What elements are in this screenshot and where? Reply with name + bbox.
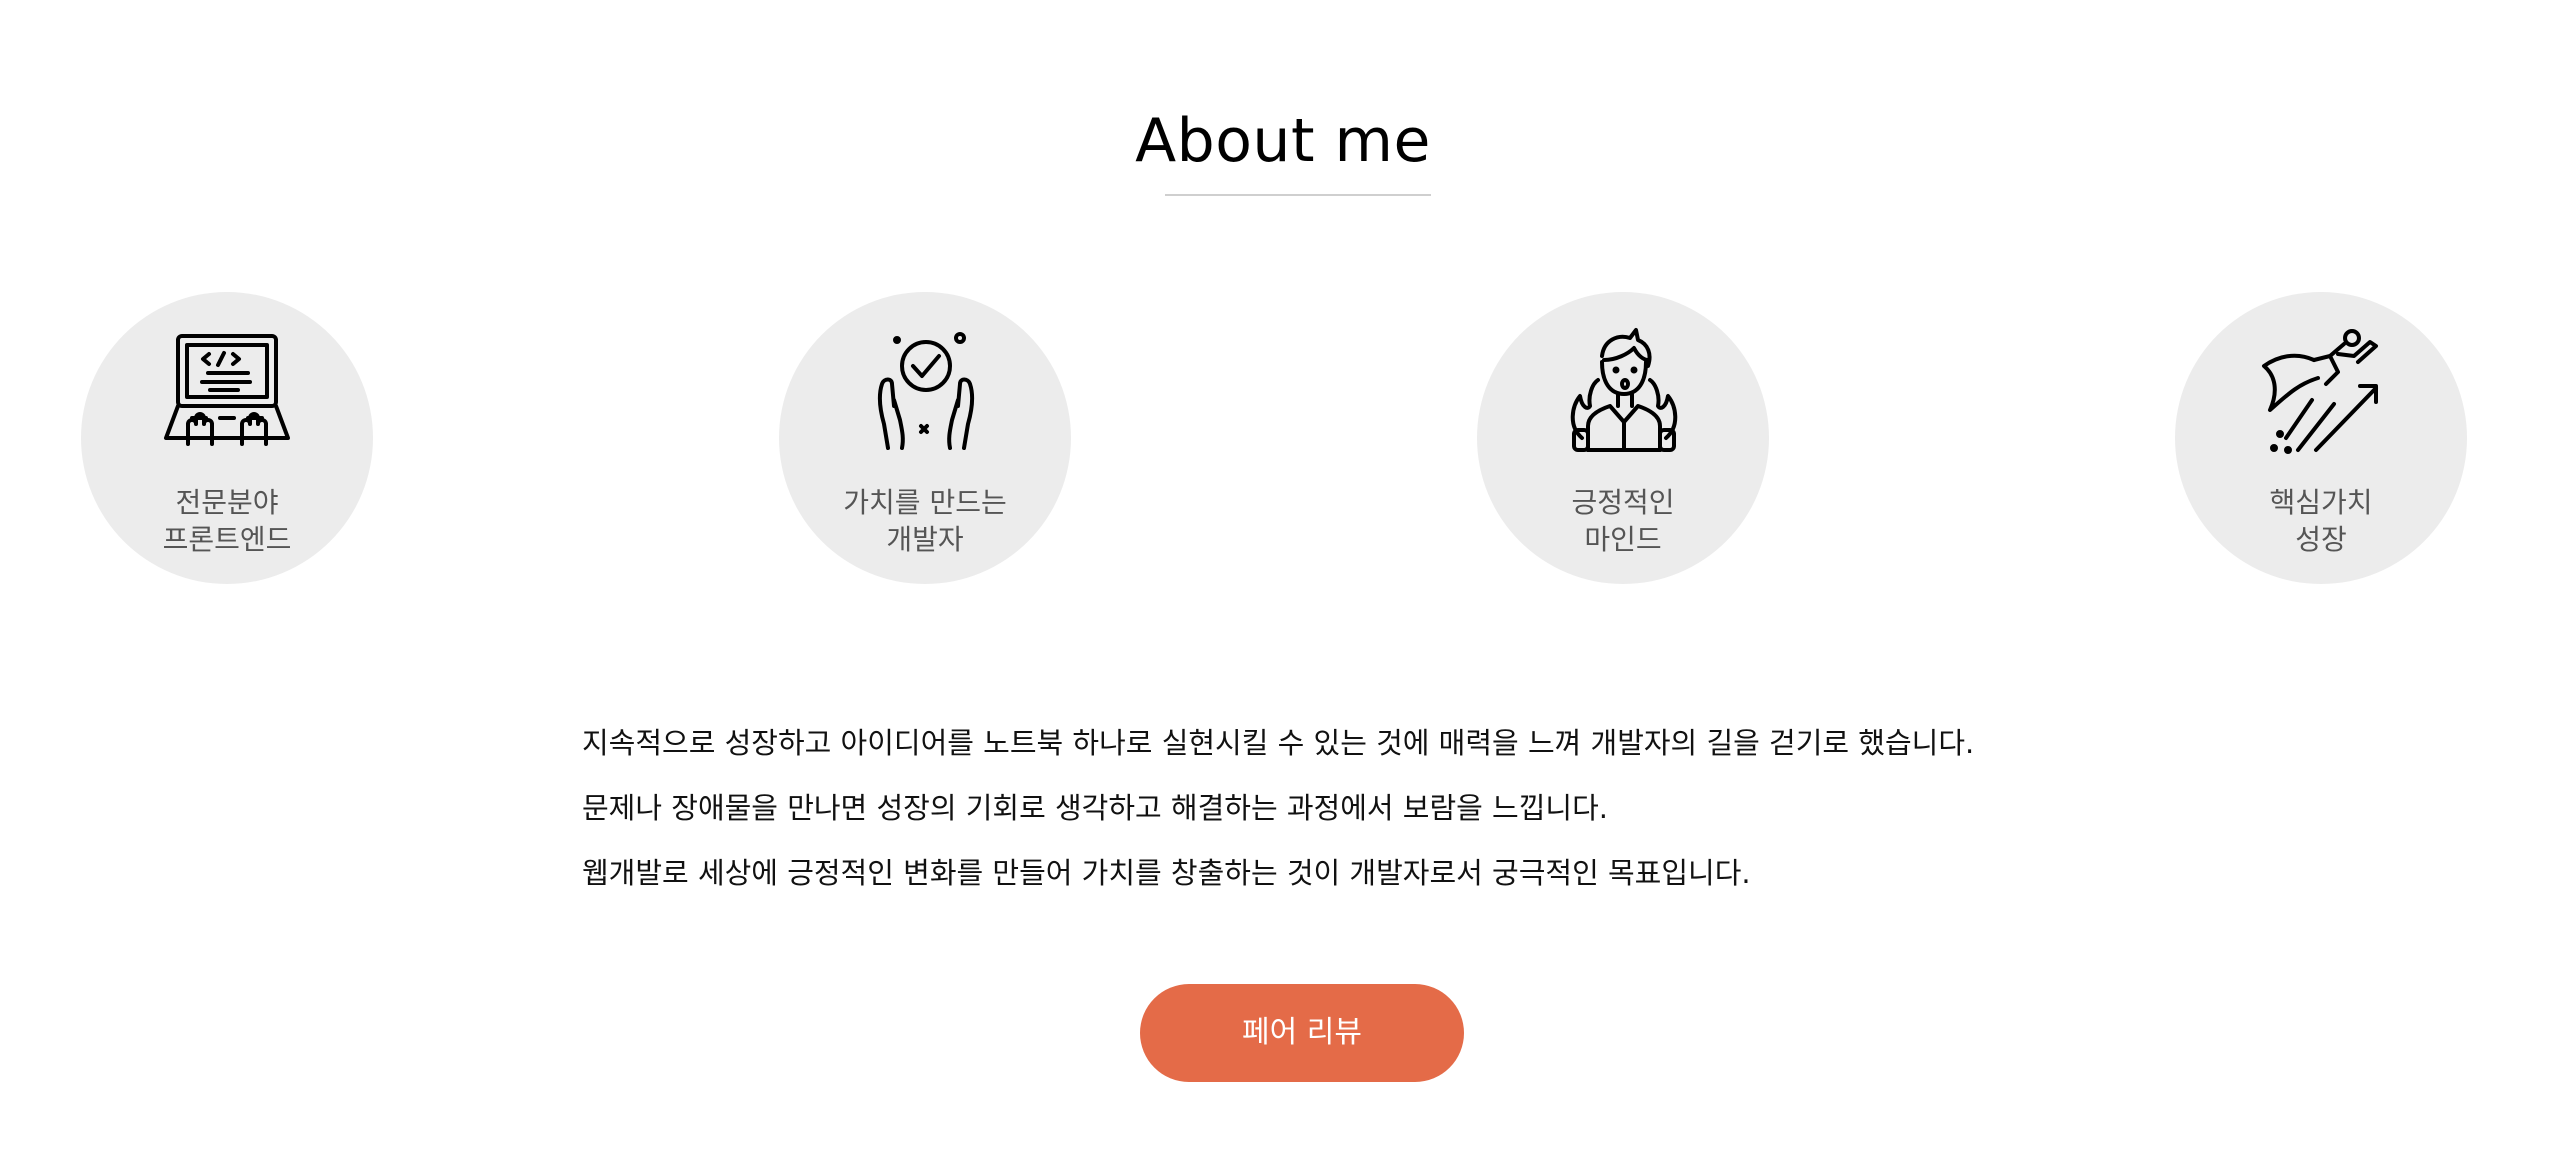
card-label-line2: 마인드 <box>1584 523 1662 556</box>
card-label-line2: 프론트엔드 <box>162 523 292 556</box>
card-label: 전문분야 프론트엔드 <box>81 484 373 558</box>
card-label-line1: 가치를 만드는 <box>843 486 1007 519</box>
intro-line: 지속적으로 성장하고 아이디어를 노트북 하나로 실현시킬 수 있는 것에 매력… <box>582 726 1975 760</box>
card-label-line1: 긍정적인 <box>1571 486 1675 519</box>
pair-review-button[interactable]: 페어 리뷰 <box>1140 984 1464 1082</box>
card-label-line2: 성장 <box>2295 523 2347 556</box>
section-title: About me <box>1135 106 1431 176</box>
passionate-person-icon <box>1558 326 1688 456</box>
card-label-line1: 전문분야 <box>175 486 279 519</box>
card-label: 긍정적인 마인드 <box>1477 484 1769 558</box>
about-me-section: About me 전문분야 프론트엔드 가치를 만드는 개발자 긍정적인 마인드… <box>0 0 2566 1168</box>
card-specialty: 전문분야 프론트엔드 <box>81 292 373 584</box>
hands-check-icon <box>860 326 990 456</box>
laptop-code-icon <box>162 326 292 456</box>
intro-text: 지속적으로 성장하고 아이디어를 노트북 하나로 실현시킬 수 있는 것에 매력… <box>582 716 2082 911</box>
title-wrap: About me <box>0 96 2566 186</box>
intro-line: 웹개발로 세상에 긍정적인 변화를 만들어 가치를 창출하는 것이 개발자로서 … <box>582 856 1751 890</box>
card-label-line1: 핵심가치 <box>2269 486 2373 519</box>
card-label: 가치를 만드는 개발자 <box>779 484 1071 558</box>
card-label: 핵심가치 성장 <box>2175 484 2467 558</box>
card-value-creator: 가치를 만드는 개발자 <box>779 292 1071 584</box>
title-underline <box>1165 194 1431 196</box>
card-core-value: 핵심가치 성장 <box>2175 292 2467 584</box>
flying-hero-growth-icon <box>2256 326 2386 456</box>
card-label-line2: 개발자 <box>886 523 964 556</box>
intro-line: 문제나 장애물을 만나면 성장의 기회로 생각하고 해결하는 과정에서 보람을 … <box>582 791 1608 825</box>
card-positive-mind: 긍정적인 마인드 <box>1477 292 1769 584</box>
